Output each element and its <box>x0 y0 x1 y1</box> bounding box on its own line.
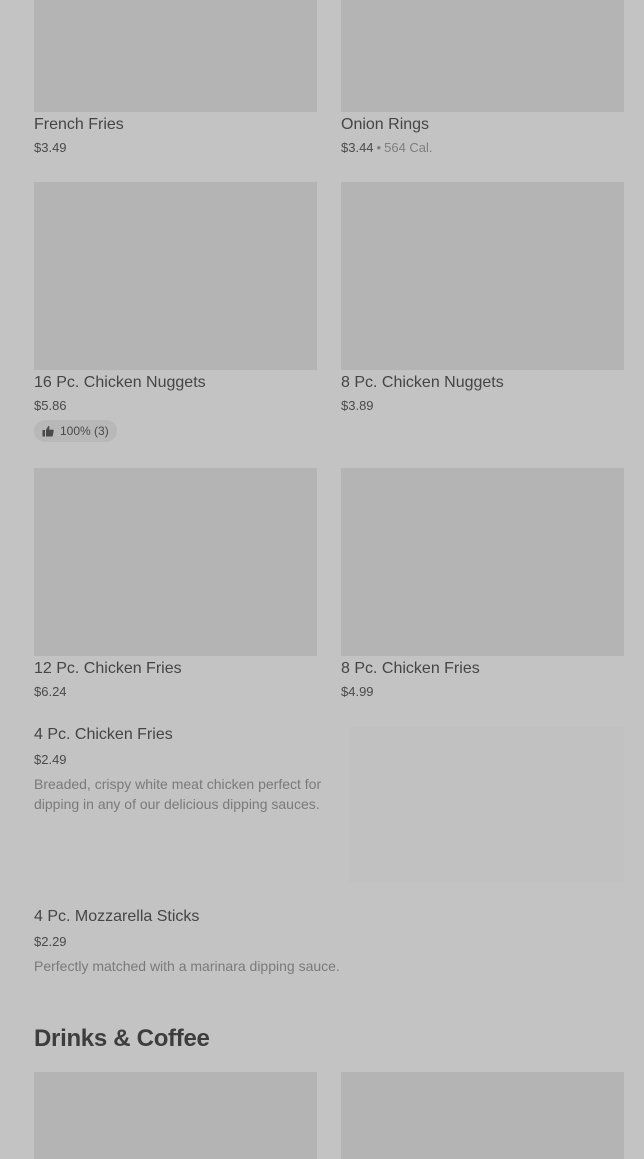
item-calories: 564 Cal. <box>384 140 433 155</box>
item-name[interactable]: 12 Pc. Chicken Fries <box>34 659 182 679</box>
item-name[interactable]: 8 Pc. Chicken Fries <box>341 659 480 679</box>
item-image-drink-1[interactable] <box>34 1072 317 1159</box>
item-price: $3.44 <box>341 140 374 155</box>
item-price: $2.29 <box>34 934 67 949</box>
item-price: $3.89 <box>341 398 374 413</box>
item-image-onion-rings[interactable] <box>341 0 624 112</box>
rating-text: 100% (3) <box>60 424 109 438</box>
item-name[interactable]: 4 Pc. Chicken Fries <box>34 725 173 745</box>
item-name[interactable]: French Fries <box>34 115 124 135</box>
item-image-drink-2[interactable] <box>341 1072 624 1159</box>
item-price-row: $3.44 • 564 Cal. <box>341 140 433 156</box>
section-title: Drinks & Coffee <box>34 1025 210 1052</box>
item-image-16pc-nuggets[interactable] <box>34 182 317 370</box>
rating-badge: 100% (3) <box>34 420 117 442</box>
item-price: $3.49 <box>34 140 67 155</box>
item-image-french-fries[interactable] <box>34 0 317 112</box>
item-image-8pc-chicken-fries[interactable] <box>341 468 624 656</box>
item-price: $5.86 <box>34 398 67 413</box>
item-price: $2.49 <box>34 752 67 767</box>
item-name[interactable]: 4 Pc. Mozzarella Sticks <box>34 907 199 927</box>
item-name[interactable]: 16 Pc. Chicken Nuggets <box>34 373 206 393</box>
item-name[interactable]: Onion Rings <box>341 115 429 135</box>
item-price: $4.99 <box>341 684 374 699</box>
item-description: Breaded, crispy white meat chicken perfe… <box>34 776 322 812</box>
item-name[interactable]: 8 Pc. Chicken Nuggets <box>341 373 504 393</box>
item-image-4pc-chicken-fries[interactable] <box>349 727 624 883</box>
item-description: Perfectly matched with a marinara dippin… <box>34 958 340 974</box>
separator-dot: • <box>376 140 382 155</box>
thumbs-up-icon <box>42 425 54 437</box>
item-image-12pc-chicken-fries[interactable] <box>34 468 317 656</box>
item-image-8pc-nuggets[interactable] <box>341 182 624 370</box>
item-price: $6.24 <box>34 684 67 699</box>
